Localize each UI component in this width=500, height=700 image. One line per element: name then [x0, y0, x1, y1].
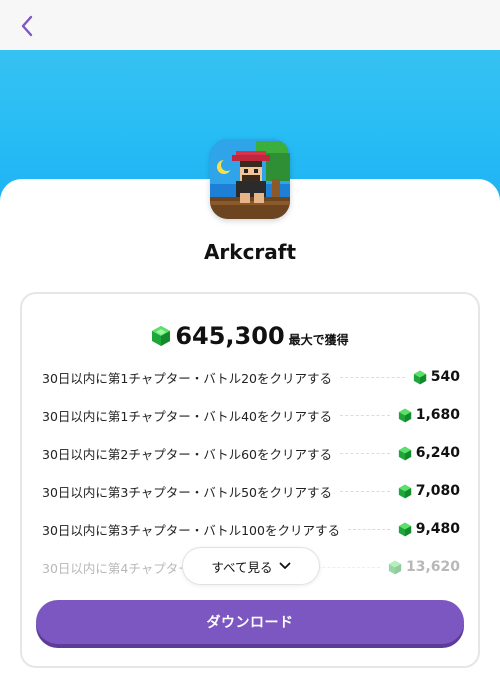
reward-amount: 7,080 — [398, 483, 460, 499]
reward-row-value: 9,480 — [415, 521, 460, 537]
back-button[interactable] — [12, 10, 44, 42]
reward-row: 30日以内に第3チャプター・バトル100をクリアする 9,480 — [42, 517, 460, 541]
reward-row: 30日以内に第2チャプター・バトル60をクリアする 6,240 — [42, 441, 460, 465]
green-gem-icon — [388, 560, 402, 574]
reward-row: 30日以内に第1チャプター・バトル40をクリアする 1,680 — [42, 403, 460, 427]
reward-row-label: 30日以内に第3チャプター・バトル50をクリアする — [42, 484, 333, 500]
download-button[interactable]: ダウンロード — [36, 600, 464, 644]
download-label: ダウンロード — [206, 615, 294, 631]
see-all-button[interactable]: すべて見る — [182, 547, 320, 585]
dotted-leader — [340, 376, 405, 378]
total-reward-suffix: 最大で獲得 — [288, 333, 349, 347]
reward-row-label: 30日以内に第2チャプター・バトル60をクリアする — [42, 446, 333, 462]
reward-row-value: 7,080 — [415, 483, 460, 499]
green-gem-icon — [398, 408, 411, 422]
total-reward: 645,300 最大で獲得 — [22, 322, 478, 350]
reward-row-label: 30日以内に第4チャプター — [42, 560, 191, 576]
reward-row: 30日以内に第3チャプター・バトル50をクリアする 7,080 — [42, 479, 460, 503]
green-gem-icon — [398, 522, 411, 536]
app-icon — [210, 139, 290, 219]
reward-row-label: 30日以内に第3チャプター・バトル100をクリアする — [42, 522, 340, 538]
dotted-leader — [340, 452, 390, 454]
reward-row-value: 13,620 — [405, 559, 460, 575]
green-gem-icon — [413, 370, 426, 384]
dotted-leader — [340, 490, 390, 492]
top-bar — [0, 0, 500, 50]
reward-row: 30日以内に第1チャプター・バトル20をクリアする 540 — [42, 365, 460, 389]
reward-amount: 9,480 — [398, 521, 460, 537]
chevron-left-icon — [21, 15, 33, 37]
green-gem-icon — [398, 446, 411, 460]
reward-amount: 6,240 — [398, 445, 460, 461]
see-all-label: すべて見る — [211, 559, 273, 575]
dotted-leader — [340, 414, 390, 416]
chevron-down-icon — [279, 562, 291, 570]
reward-amount: 13,620 — [388, 559, 460, 575]
reward-amount: 540 — [413, 369, 460, 385]
reward-row-label: 30日以内に第1チャプター・バトル20をクリアする — [42, 370, 333, 386]
green-gem-icon — [398, 484, 411, 498]
total-reward-value: 645,300 — [175, 322, 285, 350]
reward-amount: 1,680 — [398, 407, 460, 423]
reward-row-value: 1,680 — [415, 407, 460, 423]
reward-row-label: 30日以内に第1チャプター・バトル40をクリアする — [42, 408, 333, 424]
dotted-leader — [347, 528, 390, 530]
green-gem-icon — [152, 326, 171, 346]
rewards-card: 645,300 最大で獲得 30日以内に第1チャプター・バトル20をクリアする … — [20, 292, 480, 668]
reward-row-value: 6,240 — [415, 445, 460, 461]
reward-row-value: 540 — [430, 369, 460, 385]
app-name: Arkcraft — [203, 240, 297, 264]
arkcraft-app-icon — [210, 139, 290, 219]
